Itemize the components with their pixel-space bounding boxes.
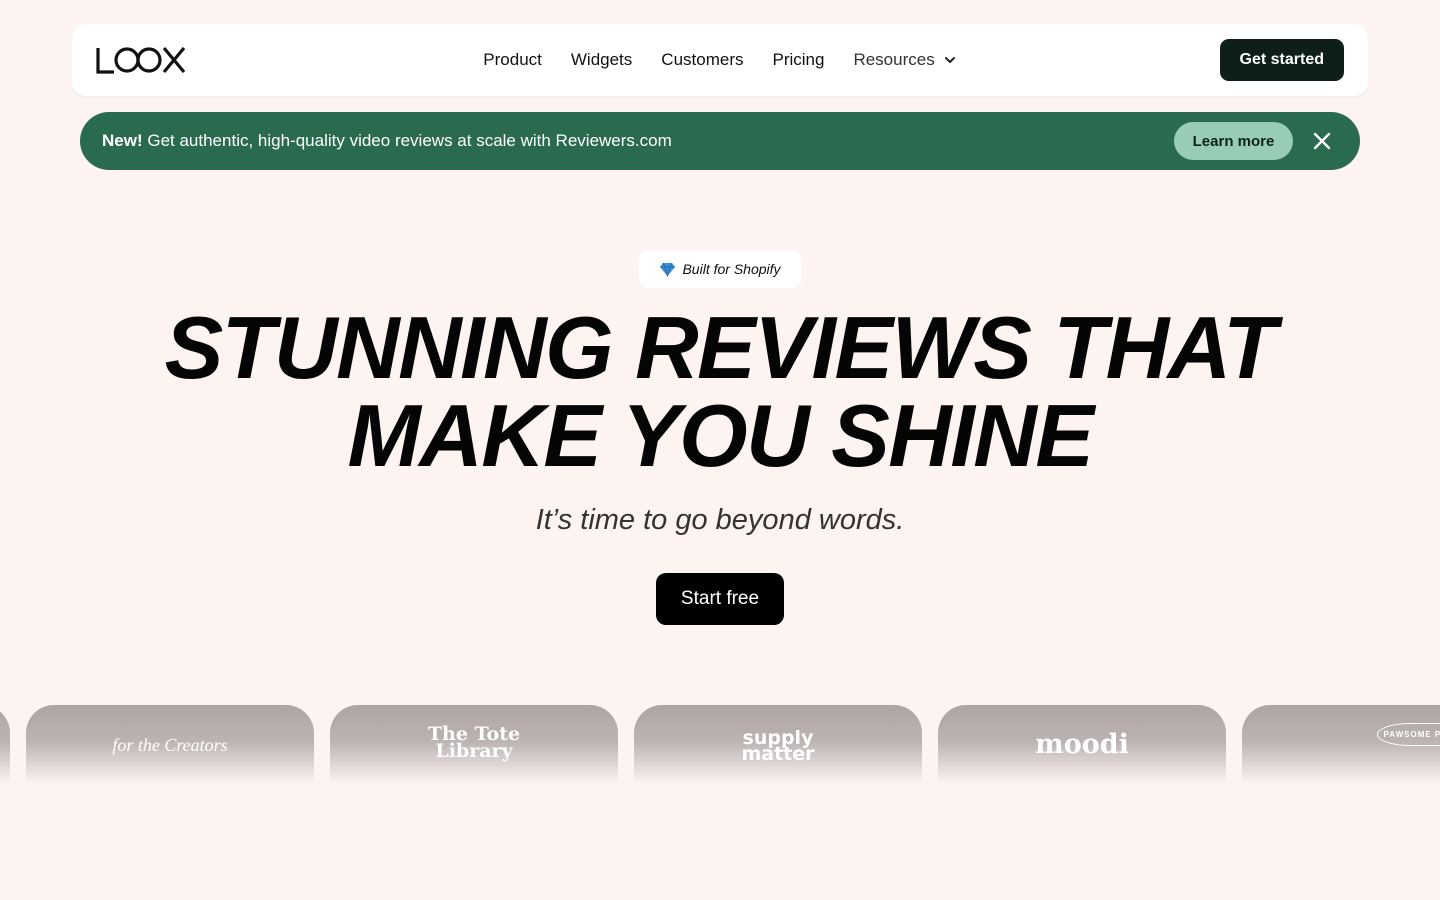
- brand-carousel: for the Creators The Tote Library supply…: [0, 705, 1440, 795]
- nav-pricing[interactable]: Pricing: [772, 50, 824, 70]
- banner-text: New! Get authentic, high-quality video r…: [102, 131, 672, 151]
- headline-line-2: MAKE YOU SHINE: [347, 386, 1094, 485]
- hero-subtitle: It’s time to go beyond words.: [535, 504, 905, 536]
- diamond-icon: [660, 262, 676, 277]
- nav-customers[interactable]: Customers: [661, 50, 743, 70]
- chevron-down-icon: [944, 57, 955, 63]
- supply-matter-logo: supply matter: [741, 729, 815, 765]
- headline-line-1: STUNNING REVIEWS THAT: [164, 298, 1277, 397]
- nav-resources-dropdown[interactable]: Resources: [853, 50, 956, 70]
- learn-more-button[interactable]: Learn more: [1174, 122, 1293, 160]
- start-free-button[interactable]: Start free: [656, 573, 784, 625]
- close-banner-button[interactable]: [1310, 129, 1334, 153]
- tote-library-logo: The Tote Library: [428, 725, 520, 762]
- nav-widgets[interactable]: Widgets: [571, 50, 632, 70]
- loox-logo-mark: [96, 46, 186, 74]
- nav-product-label: Product: [483, 50, 542, 69]
- nav-product[interactable]: Product: [483, 50, 542, 70]
- supply-matter-line-2: matter: [741, 743, 815, 765]
- moodi-logo: moodi: [1035, 729, 1129, 760]
- tote-library-line-2: Library: [435, 740, 513, 762]
- announcement-banner: New! Get authentic, high-quality video r…: [80, 112, 1360, 170]
- banner-message: Get authentic, high-quality video review…: [142, 131, 672, 150]
- badge-label: Built for Shopify: [682, 261, 781, 277]
- brand-card-supply-matter[interactable]: supply matter: [634, 705, 922, 795]
- brand-card-moodi[interactable]: moodi: [938, 705, 1226, 795]
- nav-resources-label: Resources: [853, 50, 935, 69]
- brand-card[interactable]: [0, 705, 10, 795]
- get-started-button[interactable]: Get started: [1219, 39, 1344, 81]
- banner-new-label: New!: [102, 131, 143, 150]
- nav-customers-label: Customers: [661, 50, 744, 69]
- brand-card-pawsome[interactable]: PAWSOME PAW BOUTIQUE: [1242, 705, 1440, 795]
- nav-widgets-label: Widgets: [570, 50, 633, 69]
- nav-pricing-label: Pricing: [772, 50, 825, 69]
- close-icon: [1313, 132, 1331, 150]
- top-navbar: Product Widgets Customers Pricing Resour…: [72, 24, 1368, 96]
- hero-headline: STUNNING REVIEWS THAT MAKE YOU SHINE: [0, 304, 1440, 480]
- loox-logo[interactable]: [96, 44, 186, 76]
- built-for-shopify-badge: Built for Shopify: [639, 250, 801, 288]
- for-the-creators-logo: for the Creators: [112, 735, 228, 755]
- brand-card-tote-library[interactable]: The Tote Library: [330, 705, 618, 795]
- brand-card-for-the-creators[interactable]: for the Creators: [26, 705, 314, 795]
- main-nav: Product Widgets Customers Pricing Resour…: [72, 24, 1368, 96]
- pawsome-paw-boutique-logo: PAWSOME PAW BOUTIQUE: [1376, 723, 1440, 746]
